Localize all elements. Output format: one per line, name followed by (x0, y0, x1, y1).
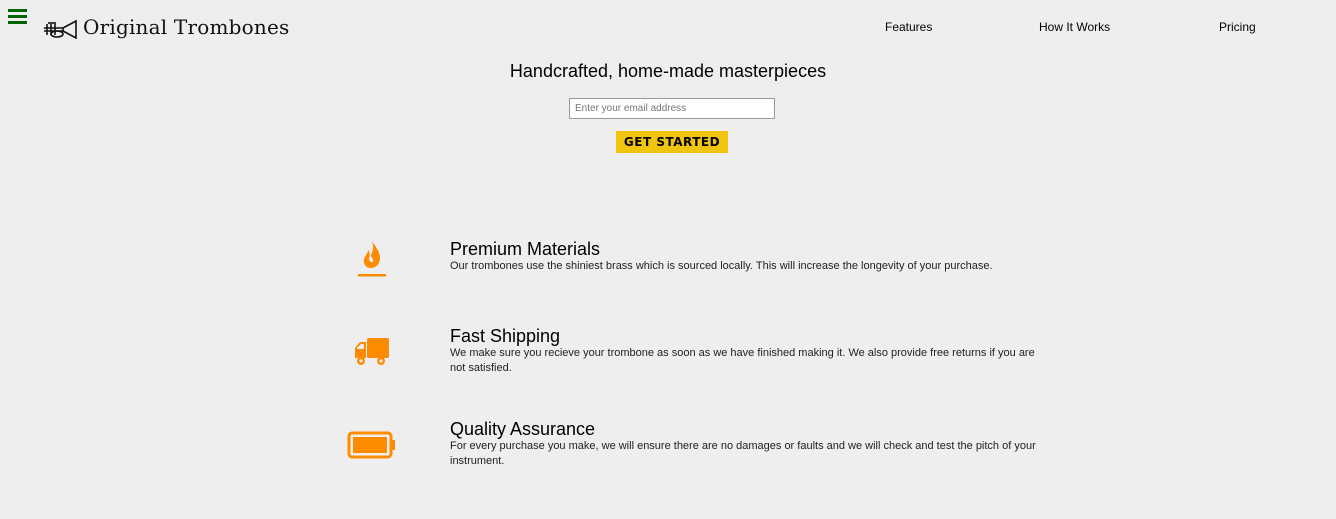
feature-description: For every purchase you make, we will ens… (450, 440, 1036, 467)
feature-title: Premium Materials (450, 239, 601, 259)
nav-link-how-it-works[interactable]: How It Works (1039, 20, 1110, 34)
feature-body: Fast Shipping We make sure you recieve y… (450, 326, 1050, 376)
battery-icon (340, 421, 404, 469)
nav-link-features[interactable]: Features (885, 20, 932, 34)
feature-title: Quality Assurance (450, 419, 596, 439)
feature-body: Quality Assurance For every purchase you… (450, 419, 1050, 469)
feature-body: Premium Materials Our trombones use the … (450, 239, 1050, 274)
feature-title: Fast Shipping (450, 326, 561, 346)
hero-title: Handcrafted, home-made masterpieces (509, 61, 827, 81)
feature-description: We make sure you recieve your trombone a… (450, 347, 1035, 374)
email-input[interactable] (569, 98, 775, 119)
top-nav: Features How It Works Pricing (0, 20, 1336, 40)
truck-icon (340, 328, 404, 376)
get-started-button[interactable]: GET STARTED (616, 131, 728, 153)
flame-icon (340, 235, 404, 283)
nav-link-pricing[interactable]: Pricing (1219, 20, 1256, 34)
landing-page: Original Trombones Features How It Works… (0, 0, 1336, 519)
feature-description: Our trombones use the shiniest brass whi… (450, 260, 993, 272)
